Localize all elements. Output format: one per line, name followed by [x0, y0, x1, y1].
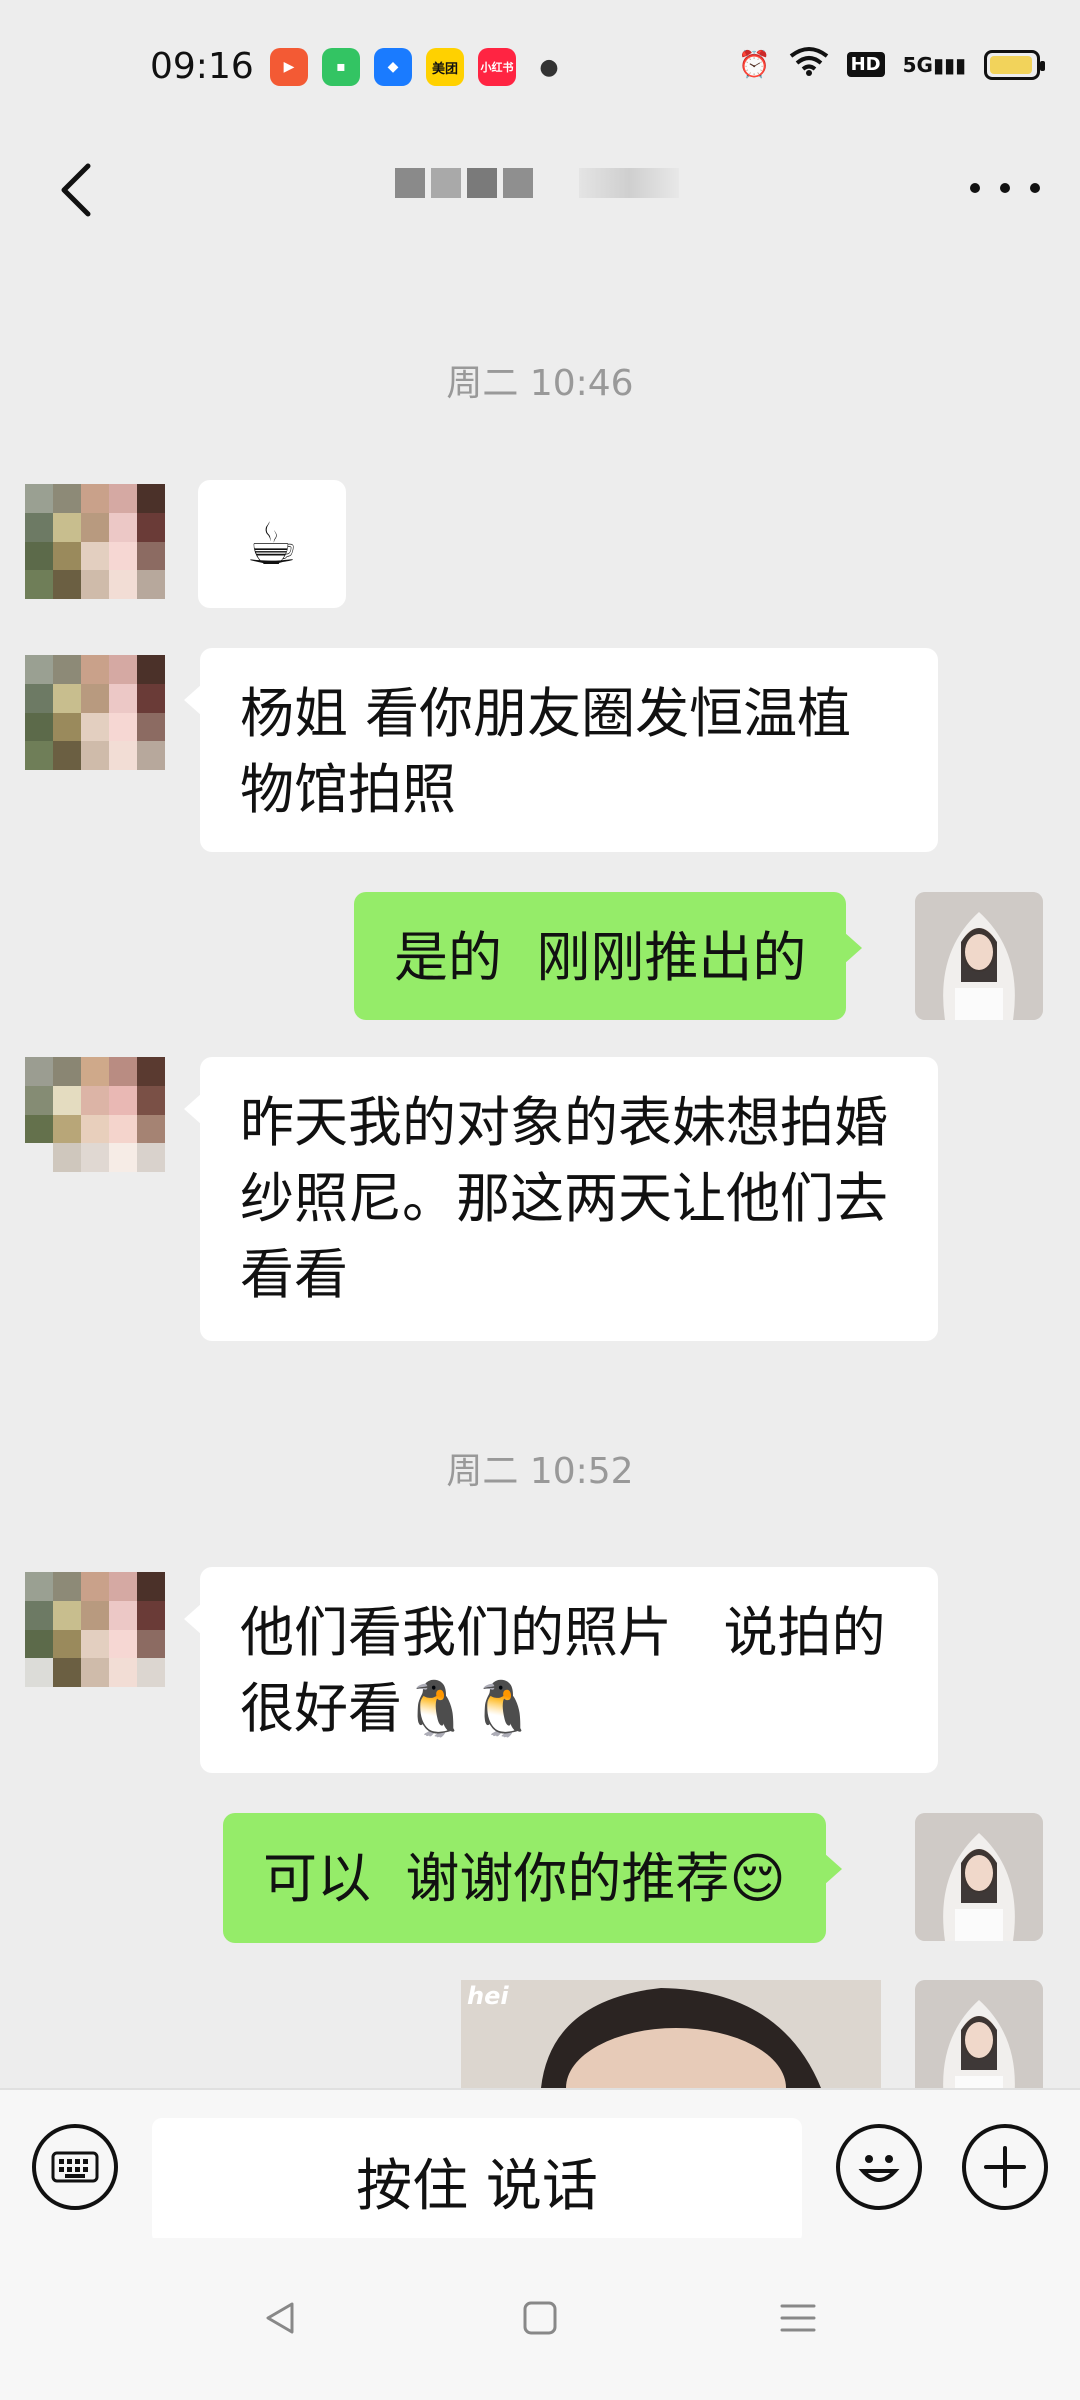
status-time: 09:16: [150, 46, 254, 87]
meituan-app-icon: 美团: [426, 48, 464, 86]
more-options-icon[interactable]: [970, 168, 1040, 208]
my-avatar[interactable]: [915, 1813, 1043, 1941]
signal-5g-icon: 5G▮▮▮: [902, 52, 966, 77]
message-bubble-right[interactable]: 可以 谢谢你的推荐😌: [223, 1813, 842, 1943]
chat-messages: 周二 10:46 ☕ 杨姐 看你朋友圈发恒温植物馆拍照 是的 刚刚推出的 昨天我…: [0, 262, 1080, 2088]
nav-recents-icon[interactable]: [768, 2288, 828, 2348]
status-bar: 09:16 ▶ ▪ ◆ 美团 小红书 ● ⏰ HD 5G▮▮▮: [0, 0, 1080, 120]
camera-indicator-icon: ●: [539, 54, 559, 80]
alarm-icon: ⏰: [738, 49, 771, 80]
video-app-icon: ▶: [270, 48, 308, 86]
contact-avatar[interactable]: [25, 655, 165, 770]
battery-icon: [984, 49, 1045, 80]
notification-app-icons: ▶ ▪ ◆ 美团 小红书 ●: [270, 48, 568, 86]
chat-app-icon: ▪: [322, 48, 360, 86]
photo-caption: hei: [467, 1982, 509, 2010]
input-bar: 按住 说话: [0, 2088, 1080, 2244]
back-arrow-icon[interactable]: [46, 160, 106, 220]
emoji-icon[interactable]: [836, 2124, 922, 2210]
photo-message[interactable]: hei: [461, 1980, 881, 2088]
contact-avatar[interactable]: [25, 1572, 165, 1687]
nav-home-icon[interactable]: [510, 2288, 570, 2348]
plus-icon[interactable]: [962, 2124, 1048, 2210]
chat-header: [0, 120, 1080, 260]
contact-avatar[interactable]: [25, 484, 165, 599]
wechat-chat-screen: 09:16 ▶ ▪ ◆ 美团 小红书 ● ⏰ HD 5G▮▮▮ 周二 10:46…: [0, 0, 1080, 2400]
hd-badge: HD: [846, 52, 885, 77]
xiaohongshu-app-icon: 小红书: [478, 48, 516, 86]
browser-app-icon: ◆: [374, 48, 412, 86]
status-indicators: ⏰ HD 5G▮▮▮: [738, 46, 1045, 83]
keyboard-icon[interactable]: [32, 2124, 118, 2210]
message-bubble-left[interactable]: 杨姐 看你朋友圈发恒温植物馆拍照: [184, 648, 938, 852]
timestamp: 周二 10:46: [446, 363, 634, 404]
timestamp: 周二 10:52: [446, 1451, 634, 1492]
wifi-icon: [789, 46, 829, 83]
message-bubble-right[interactable]: 是的 刚刚推出的: [354, 892, 863, 1020]
nav-back-icon[interactable]: [250, 2288, 310, 2348]
contact-avatar[interactable]: [25, 1057, 165, 1172]
system-navigation-bar: [0, 2238, 1080, 2400]
coffee-sticker[interactable]: ☕: [198, 480, 346, 608]
chat-title-blurred: [395, 168, 679, 198]
message-bubble-left[interactable]: 他们看我们的照片 说拍的很好看🐧🐧: [184, 1567, 938, 1773]
hold-to-talk-button[interactable]: 按住 说话: [152, 2118, 802, 2244]
my-avatar[interactable]: [915, 1980, 1043, 2088]
my-avatar[interactable]: [915, 892, 1043, 1020]
message-bubble-left[interactable]: 昨天我的对象的表妹想拍婚纱照尼。那这两天让他们去看看: [184, 1057, 938, 1341]
